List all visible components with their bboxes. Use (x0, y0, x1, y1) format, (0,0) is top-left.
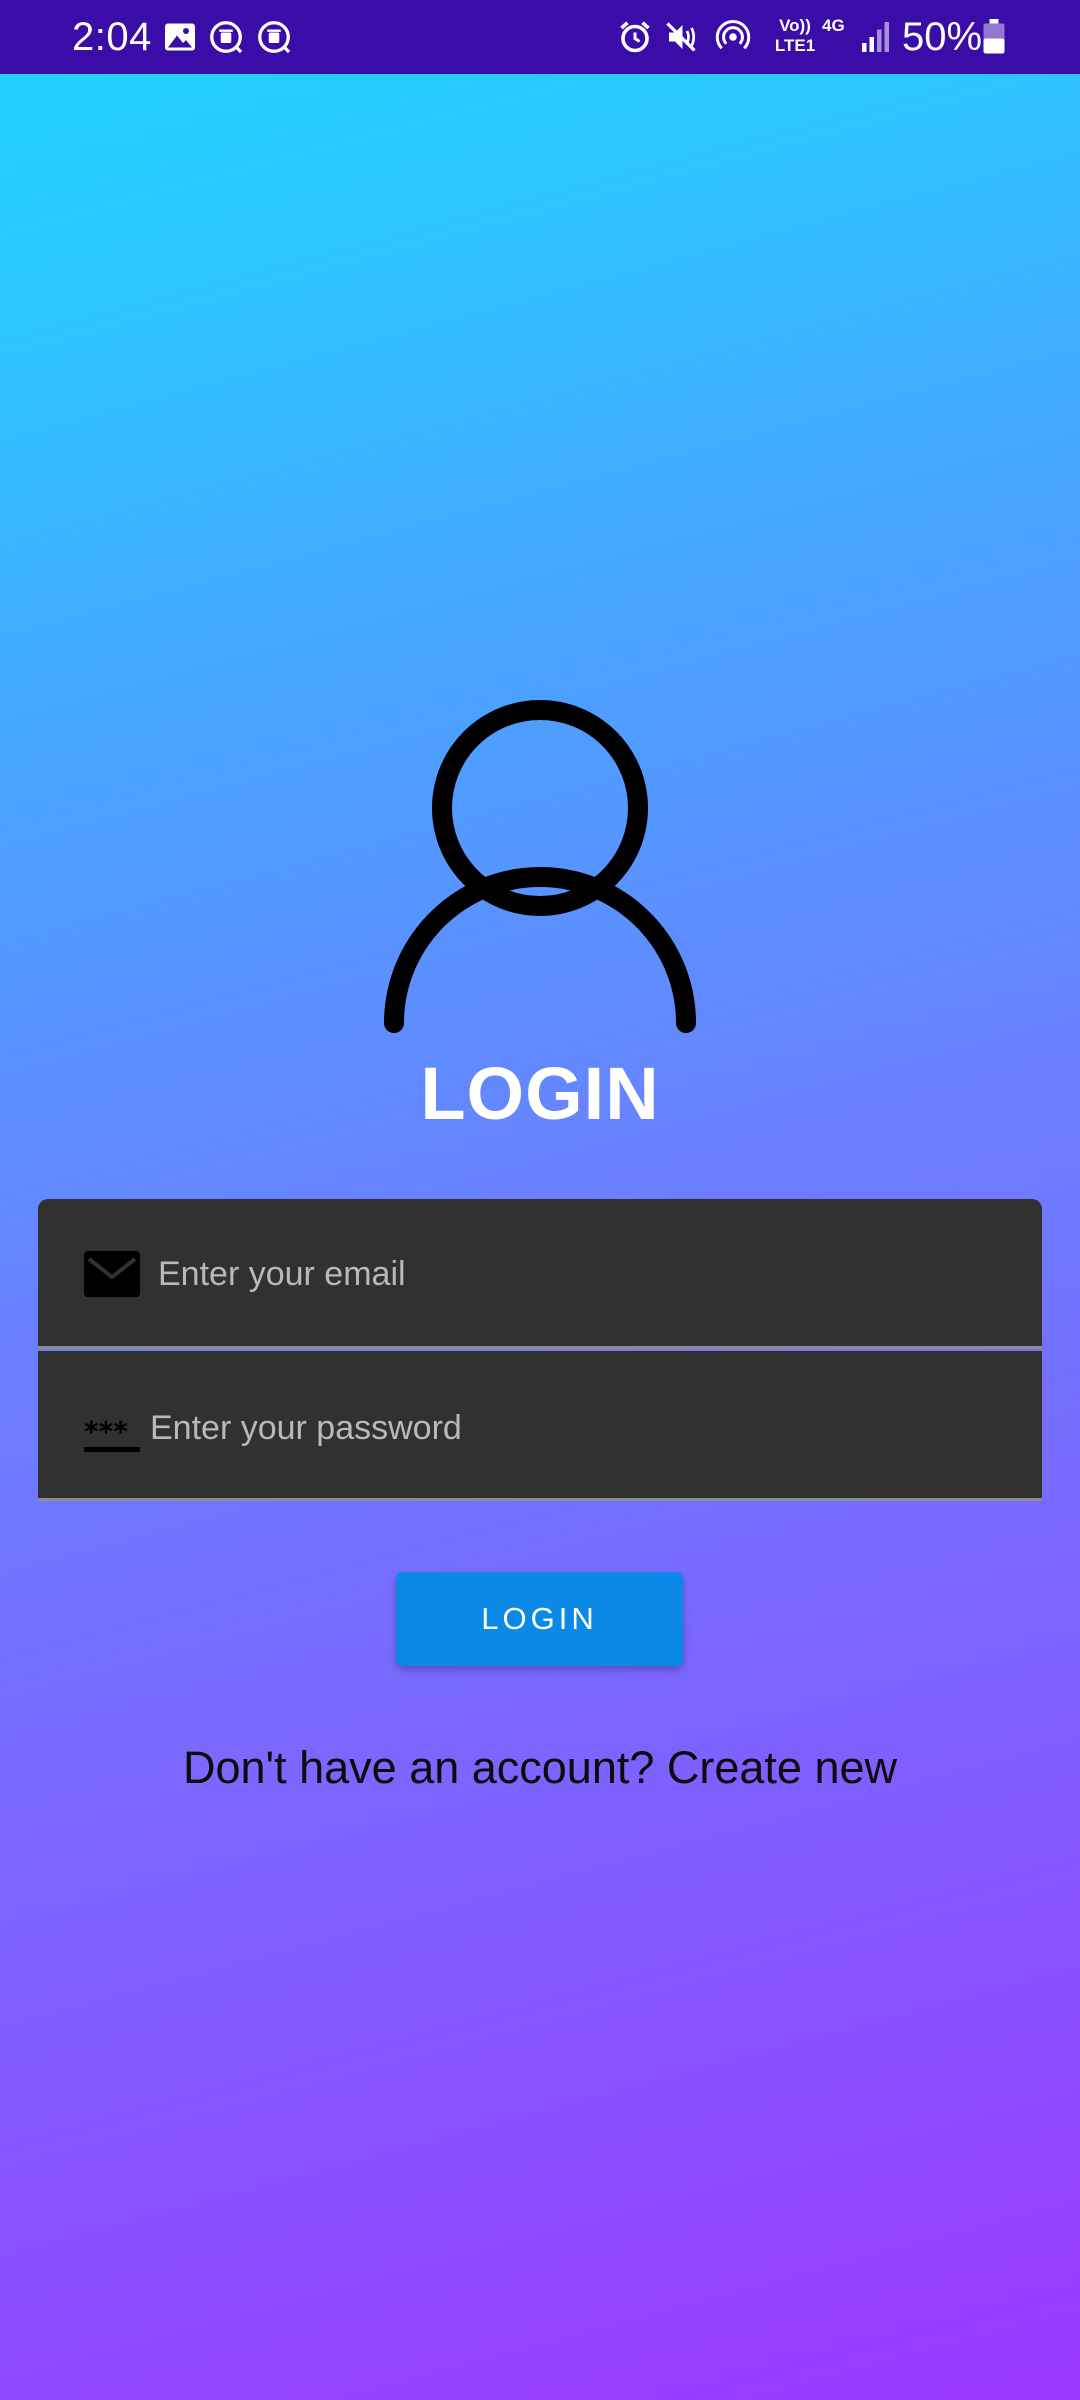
status-time: 2:04 (72, 15, 152, 59)
alarm-icon (620, 21, 650, 53)
network-4g-icon: 4G (822, 16, 845, 35)
mute-icon (666, 22, 696, 52)
signal-icon (862, 22, 889, 52)
password-input[interactable] (150, 1393, 1000, 1463)
volte-icon: Vo)) LTE1 (774, 16, 816, 55)
battery-percent: 50% (902, 15, 983, 59)
password-icon: *** (84, 1415, 140, 1452)
password-field[interactable]: *** (38, 1351, 1042, 1501)
battery-icon (983, 19, 1005, 54)
notification-icon (210, 21, 243, 54)
email-input[interactable] (158, 1239, 1008, 1309)
image-icon (165, 23, 195, 51)
svg-text:***: *** (84, 1415, 128, 1448)
email-field[interactable] (38, 1199, 1042, 1349)
page-title: LOGIN (420, 1052, 660, 1135)
user-icon (384, 700, 696, 1033)
login-button[interactable]: LOGIN (396, 1572, 683, 1666)
mail-icon (84, 1251, 140, 1297)
create-account-link[interactable]: Don't have an account? Create new (0, 1738, 1080, 1798)
notification-icon (258, 21, 291, 54)
status-bar: 2:04 Vo)) LTE1 4G 50% (0, 0, 1080, 74)
hotspot-icon (715, 20, 751, 50)
